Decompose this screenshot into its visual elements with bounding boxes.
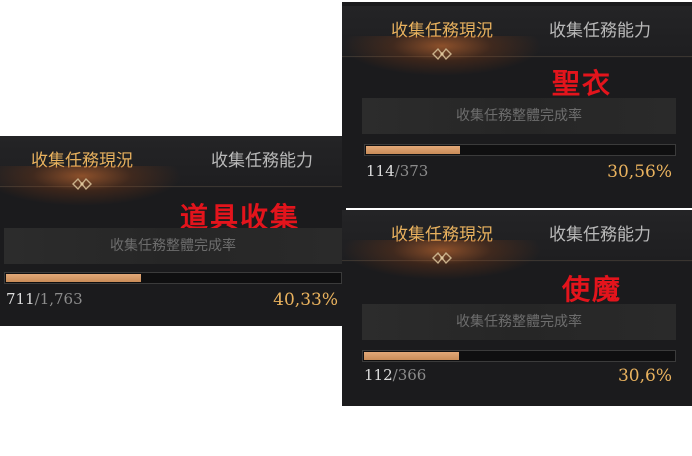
tab-ornament-icon xyxy=(432,251,452,265)
progress-bar xyxy=(4,272,342,284)
collection-panel-familiar: 收集任務現況 收集任務能力 使魔 收集任務整體完成率 112/366 30,6% xyxy=(342,210,692,406)
completion-percent: 30,56% xyxy=(607,162,672,182)
completion-rate-label: 收集任務整體完成率 xyxy=(362,304,676,340)
progress-fill xyxy=(6,274,141,282)
progress-fill xyxy=(364,352,459,360)
collected-count: 114/373 xyxy=(366,162,428,180)
total-value: 373 xyxy=(399,162,429,180)
completion-percent: 40,33% xyxy=(273,290,338,310)
progress-bar xyxy=(362,350,676,362)
completion-percent: 30,6% xyxy=(617,366,672,386)
collected-value: 114 xyxy=(366,162,395,180)
tab-collection-ability[interactable]: 收集任務能力 xyxy=(518,6,682,56)
collected-value: 112 xyxy=(364,366,393,384)
tab-ornament-icon xyxy=(432,47,452,61)
tab-divider xyxy=(342,56,692,57)
total-value: 1,763 xyxy=(39,290,83,308)
collection-panel-cloth: 收集任務現況 收集任務能力 聖衣 收集任務整體完成率 114/373 30,56… xyxy=(342,2,692,208)
completion-rate-label: 收集任務整體完成率 xyxy=(4,228,342,264)
tab-divider xyxy=(342,260,692,261)
tab-ornament-icon xyxy=(72,177,92,191)
tab-collection-ability[interactable]: 收集任務能力 xyxy=(518,210,682,260)
tab-bar: 收集任務現況 收集任務能力 xyxy=(342,6,692,76)
tab-bar: 收集任務現況 收集任務能力 xyxy=(342,210,692,280)
completion-rate-label: 收集任務整體完成率 xyxy=(362,98,676,134)
progress-bar xyxy=(364,144,676,156)
tab-bar: 收集任務現況 收集任務能力 xyxy=(0,136,346,206)
progress-fill xyxy=(366,146,461,154)
collected-count: 112/366 xyxy=(364,366,426,384)
tab-collection-ability[interactable]: 收集任務能力 xyxy=(180,136,344,186)
collection-panel-items: 收集任務現況 收集任務能力 道具收集 收集任務整體完成率 711/1,763 4… xyxy=(0,136,346,326)
category-label: 聖衣 xyxy=(551,67,612,100)
collected-value: 711 xyxy=(6,290,35,308)
collected-count: 711/1,763 xyxy=(6,290,83,308)
category-label: 使魔 xyxy=(561,273,622,306)
tab-divider xyxy=(0,186,346,187)
total-value: 366 xyxy=(397,366,427,384)
